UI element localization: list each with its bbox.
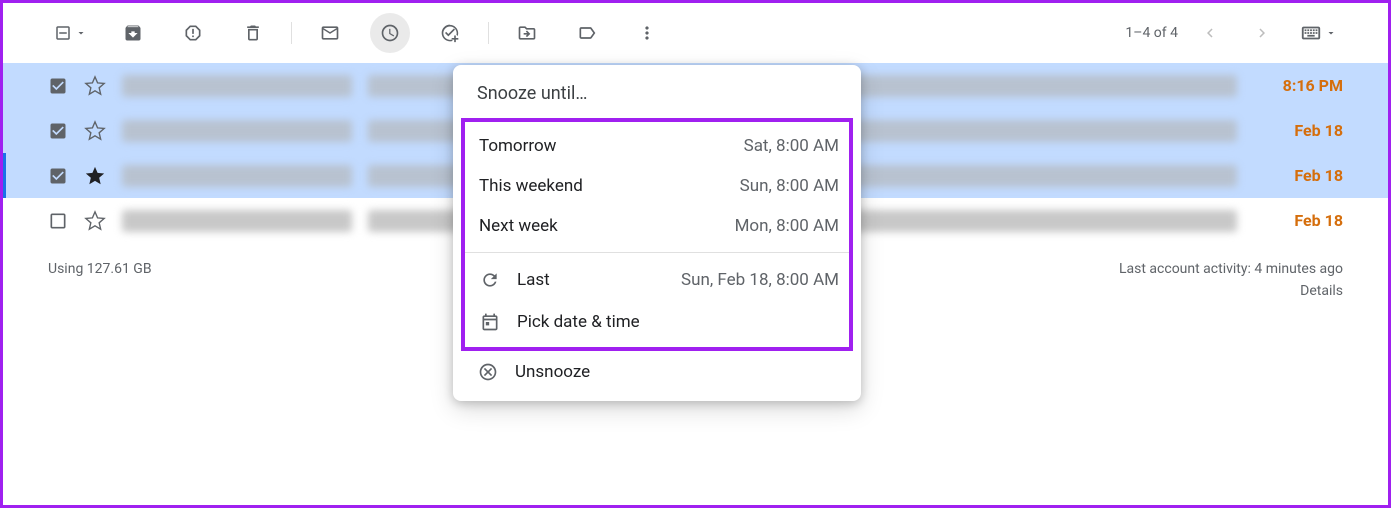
email-time: Feb 18 [1273,121,1343,140]
option-subtext: Sat, 8:00 AM [744,136,839,156]
option-subtext: Sun, 8:00 AM [740,176,839,196]
snooze-option-nextweek[interactable]: Next week Mon, 8:00 AM [465,206,849,246]
details-link[interactable]: Details [1119,283,1343,299]
checkbox[interactable] [48,76,68,96]
pagination-text: 1–4 of 4 [1125,25,1178,41]
input-tools-dropdown[interactable] [1294,16,1343,50]
divider [488,22,489,44]
option-label: Last [517,270,550,290]
snooze-menu: Snooze until… Tomorrow Sat, 8:00 AM This… [453,65,861,401]
star-icon[interactable] [84,210,106,232]
sender-blurred [122,165,352,187]
toolbar: 1–4 of 4 [3,3,1388,63]
cancel-icon [477,361,499,383]
star-icon[interactable] [84,75,106,97]
checkbox[interactable] [48,211,68,231]
snooze-title: Snooze until… [453,83,861,118]
prev-page-icon[interactable] [1190,13,1230,53]
option-subtext: Sun, Feb 18, 8:00 AM [681,270,839,290]
divider [291,22,292,44]
mark-unread-icon[interactable] [310,13,350,53]
checkbox[interactable] [48,166,68,186]
calendar-icon [479,311,501,333]
email-time: Feb 18 [1273,166,1343,185]
option-label: Unsnooze [515,362,590,382]
star-icon[interactable] [84,120,106,142]
delete-icon[interactable] [233,13,273,53]
select-checkbox-dropdown[interactable] [48,18,93,48]
pagination: 1–4 of 4 [1125,13,1343,53]
add-task-icon[interactable] [430,13,470,53]
snooze-icon[interactable] [370,13,410,53]
sender-blurred [122,75,352,97]
option-label: Pick date & time [517,312,640,332]
email-time: Feb 18 [1273,211,1343,230]
sender-blurred [122,120,352,142]
snooze-option-tomorrow[interactable]: Tomorrow Sat, 8:00 AM [465,126,849,166]
option-subtext: Mon, 8:00 AM [735,216,839,236]
next-page-icon[interactable] [1242,13,1282,53]
option-label: This weekend [479,176,583,196]
checkbox[interactable] [48,121,68,141]
divider [465,252,849,253]
archive-icon[interactable] [113,13,153,53]
snooze-option-pick[interactable]: Pick date & time [465,301,849,343]
move-icon[interactable] [507,13,547,53]
email-time: 8:16 PM [1273,76,1343,95]
storage-text: Using 127.61 GB [48,261,152,299]
labels-icon[interactable] [567,13,607,53]
sender-blurred [122,210,352,232]
star-filled-icon[interactable] [84,165,106,187]
spam-icon[interactable] [173,13,213,53]
snooze-option-unsnooze[interactable]: Unsnooze [453,351,861,393]
snooze-option-weekend[interactable]: This weekend Sun, 8:00 AM [465,166,849,206]
option-label: Tomorrow [479,136,556,156]
snooze-option-last[interactable]: Last Sun, Feb 18, 8:00 AM [465,259,849,301]
activity-text: Last account activity: 4 minutes ago [1119,261,1343,277]
refresh-icon [479,269,501,291]
option-label: Next week [479,216,558,236]
more-icon[interactable] [627,13,667,53]
highlight-annotation: Tomorrow Sat, 8:00 AM This weekend Sun, … [461,118,853,351]
